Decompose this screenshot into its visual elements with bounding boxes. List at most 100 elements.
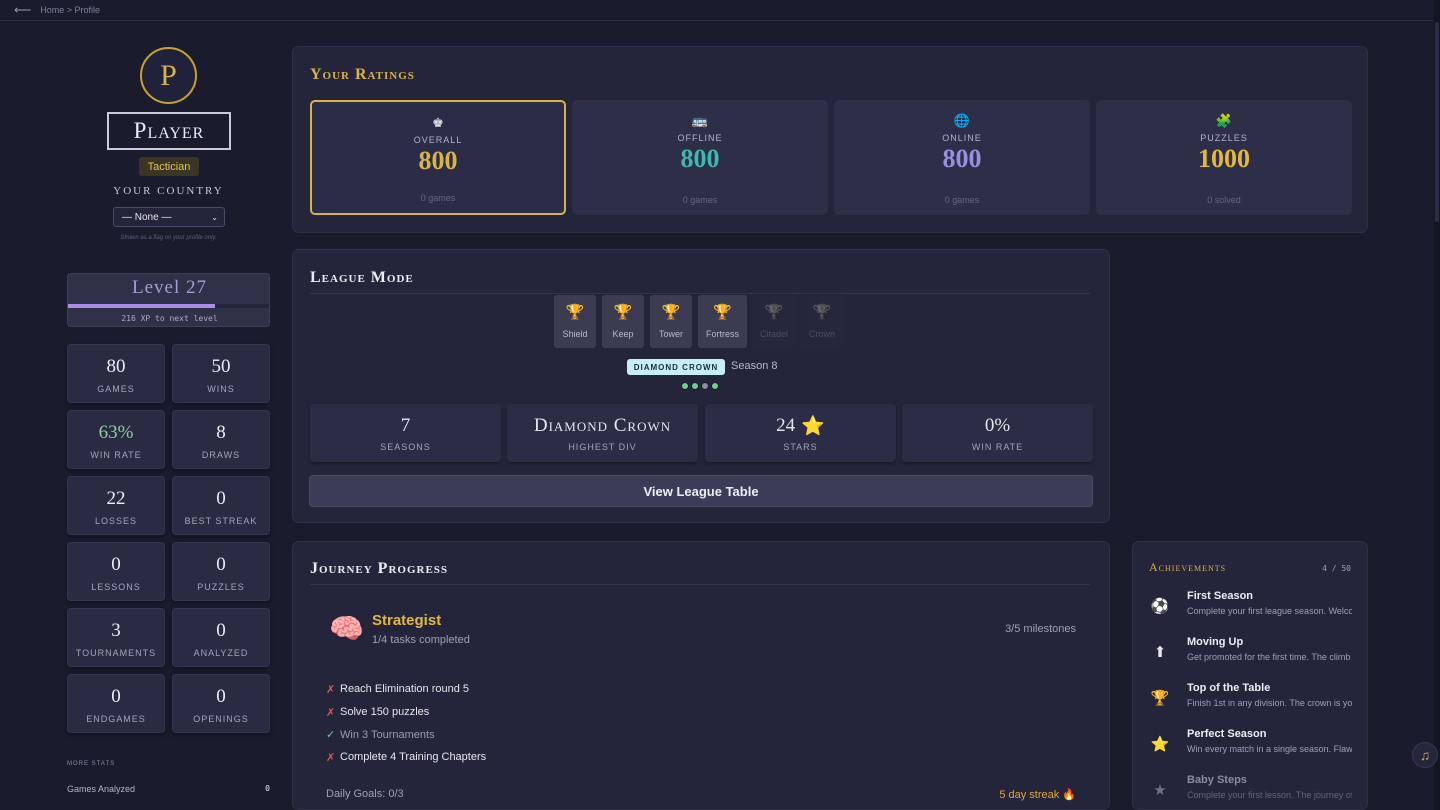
- journey-divider: [310, 584, 1090, 585]
- division-crown[interactable]: 🏆 Crown: [801, 295, 843, 348]
- trophy-icon: 🏆: [713, 304, 732, 321]
- league-stat-value: 24 ⭐: [705, 415, 896, 437]
- trophy-icon: 🏆: [565, 304, 585, 321]
- stat-label: PUZZLES: [197, 582, 245, 592]
- breadcrumb[interactable]: Home > Profile: [40, 5, 100, 15]
- stat-card: 0 BEST STREAK: [172, 476, 270, 535]
- division-shield[interactable]: 🏆 Shield: [554, 295, 596, 348]
- division-fortress[interactable]: 🏆 Fortress: [698, 295, 747, 348]
- games-analyzed-row: Games Analyzed 0: [67, 784, 270, 794]
- league-stat-card: 24 ⭐ STARS: [705, 404, 896, 462]
- achievement-item[interactable]: ⬆ Moving Up Get promoted for the first tim…: [1150, 636, 1355, 676]
- journey-task-text: Reach Elimination round 5: [340, 683, 470, 696]
- journey-milestones: 3/5 milestones: [1005, 623, 1076, 635]
- rating-card-puzzles[interactable]: 🧩 PUZZLES 1000 0 solved: [1096, 100, 1352, 215]
- rating-subtext: 0 solved: [1207, 195, 1241, 205]
- country-select[interactable]: — None — ⌄: [113, 207, 225, 227]
- level-label: Level 27: [131, 277, 207, 298]
- stat-value: 0: [216, 686, 226, 707]
- achievement-name: Moving Up: [1187, 636, 1244, 648]
- division-name: Citadel: [759, 329, 788, 339]
- breadcrumb-bar: ⟵ Home > Profile: [0, 0, 1440, 21]
- rating-card-offline[interactable]: 🚌 OFFLINE 800 0 games: [572, 100, 828, 215]
- league-stat-value: Diamond Crown: [507, 415, 698, 437]
- current-division-badge: DIAMOND CROWN: [627, 359, 725, 375]
- journey-task-list: ✗ Reach Elimination round 5 ✗ Solve 150 puz…: [326, 678, 486, 769]
- league-title: League Mode: [310, 269, 414, 286]
- achievement-item[interactable]: ★ Baby Steps Complete your first lesson. T…: [1150, 774, 1355, 810]
- stat-label: WIN RATE: [90, 450, 142, 460]
- league-stat-number: 24: [776, 415, 796, 436]
- back-arrow-icon[interactable]: ⟵: [14, 3, 31, 17]
- trophy-icon: 🏆: [764, 304, 784, 321]
- stat-label: WINS: [207, 384, 235, 394]
- division-name: Crown: [808, 329, 835, 339]
- division-name: Shield: [562, 329, 588, 339]
- ratings-panel: Your Ratings ♚ OVERALL 800 0 games 🚌 OFFLINE 8…: [292, 46, 1368, 233]
- scrollbar[interactable]: [1434, 0, 1440, 810]
- check-icon: ✓: [326, 729, 336, 742]
- arrow-up-icon: ⬆: [1153, 644, 1167, 661]
- country-note: Shown as a flag on your profile only.: [120, 235, 217, 241]
- stat-card: 50 WINS: [172, 344, 270, 403]
- stat-label: ANALYZED: [193, 648, 249, 658]
- journey-task: ✗ Solve 150 puzzles: [326, 701, 486, 724]
- stat-value: 50: [211, 356, 231, 377]
- journey-task-text: Complete 4 Training Chapters: [340, 751, 487, 764]
- journey-task: ✗ Complete 4 Training Chapters: [326, 746, 486, 769]
- trophy-icon: 🏆: [1150, 690, 1170, 707]
- journey-title: Journey Progress: [310, 560, 449, 577]
- stat-value: 0: [216, 488, 226, 509]
- division-tower[interactable]: 🏆 Tower: [650, 295, 692, 348]
- level-card: Level 27 216 XP to next level: [67, 273, 270, 327]
- stat-label: GAMES: [97, 384, 135, 394]
- division-citadel[interactable]: 🏆 Citadel: [753, 295, 795, 348]
- achievement-item[interactable]: ⚽ First Season Complete your first league …: [1150, 590, 1355, 630]
- rating-value: 800: [942, 144, 982, 173]
- player-name: Player: [107, 112, 231, 150]
- journey-task-text: Solve 150 puzzles: [340, 706, 430, 719]
- stat-card: 0 ENDGAMES: [67, 674, 165, 733]
- achievement-item[interactable]: ⭐ Perfect Season Win every match in a sing…: [1150, 728, 1355, 768]
- stat-card: 0 ANALYZED: [172, 608, 270, 667]
- avatar[interactable]: P: [140, 47, 197, 104]
- division-row: 🏆 Shield 🏆 Keep 🏆 Tower 🏆 Fortress 🏆 Citadel 🏆 Crow…: [554, 295, 843, 348]
- daily-goals: Daily Goals: 0/3: [326, 788, 404, 800]
- xp-progress-fill: [68, 304, 215, 308]
- season-dot: [711, 382, 719, 390]
- rating-card-overall[interactable]: ♚ OVERALL 800 0 games: [310, 100, 566, 215]
- rating-card-online[interactable]: 🌐 ONLINE 800 0 games: [834, 100, 1090, 215]
- achievements-panel: Achievements 4 / 50 ⚽ First Season Complet…: [1132, 541, 1368, 810]
- stat-value: 0: [111, 554, 121, 575]
- rating-label: OFFLINE: [677, 133, 723, 143]
- view-league-table-button[interactable]: View League Table: [309, 475, 1093, 507]
- journey-tasks-completed: 1/4 tasks completed: [372, 634, 470, 646]
- league-stat-label: WIN RATE: [971, 442, 1024, 452]
- stat-label: OPENINGS: [193, 714, 249, 724]
- season-dot: [701, 382, 709, 390]
- achievement-desc: Win every match in a single season. Flaw…: [1187, 744, 1352, 754]
- stat-value: 0: [216, 554, 226, 575]
- puzzle-icon: 🧩: [1215, 113, 1233, 128]
- achievement-desc: Complete your first lesson. The journey …: [1187, 790, 1352, 800]
- journey-task: ✓ Win 3 Tournaments: [326, 723, 486, 746]
- stat-label: LESSONS: [91, 582, 141, 592]
- division-keep[interactable]: 🏆 Keep: [602, 295, 644, 348]
- achievement-name: First Season: [1187, 590, 1254, 602]
- stat-card: 0 LESSONS: [67, 542, 165, 601]
- rank-badge: Tactician: [139, 157, 199, 176]
- cross-icon: ✗: [326, 683, 336, 696]
- scrollbar-thumb[interactable]: [1435, 22, 1439, 222]
- season-dot: [691, 382, 699, 390]
- stat-value: 0: [216, 620, 226, 641]
- xp-text: 216 XP to next level: [121, 314, 218, 323]
- globe-icon: 🌐: [953, 113, 971, 128]
- achievement-item[interactable]: 🏆 Top of the Table Finish 1st in any divis…: [1150, 682, 1355, 722]
- league-stat-value: 7: [310, 415, 501, 437]
- league-stat-label: STARS: [783, 442, 818, 452]
- ratings-title: Your Ratings: [310, 66, 415, 83]
- stat-value: 8: [216, 422, 226, 443]
- country-label: Your Country: [113, 185, 224, 197]
- league-stat-card: 7 SEASONS: [310, 404, 501, 462]
- music-icon[interactable]: ♫: [1412, 742, 1438, 768]
